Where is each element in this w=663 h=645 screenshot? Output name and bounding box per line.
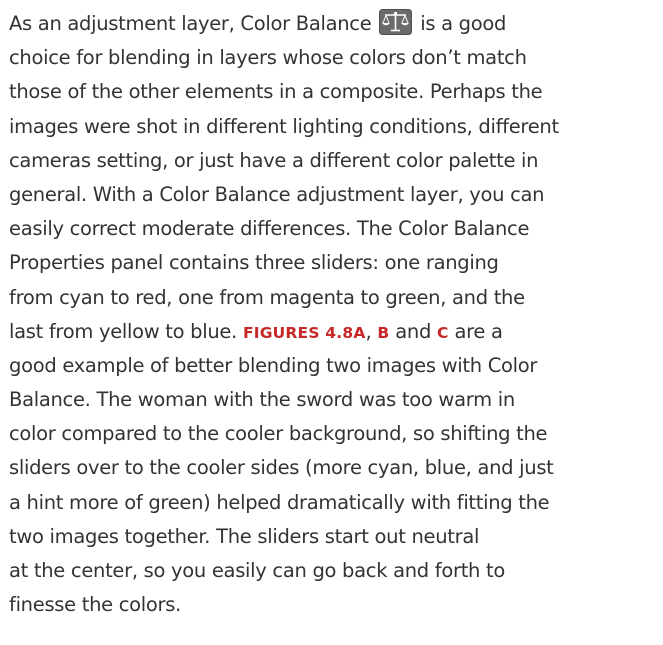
text-line-13: color compared to the cooler background,… <box>9 422 548 446</box>
text-line-11: good example of better blending two imag… <box>9 353 538 377</box>
text-line-5: cameras setting, or just have a differen… <box>9 148 539 172</box>
text-run: last from yellow to blue. <box>9 319 243 343</box>
text-line-7: easily correct moderate differences. The… <box>9 217 530 241</box>
text-line-6: general. With a Color Balance adjustment… <box>9 182 545 206</box>
text-run: and <box>389 319 437 343</box>
figure-reference-b: B <box>377 323 390 342</box>
text-line-9: from cyan to red, one from magenta to gr… <box>9 285 525 309</box>
figure-reference: FIGURES 4.8A <box>242 323 366 342</box>
color-balance-scale-icon <box>379 9 413 35</box>
text-line-14: sliders over to the cooler sides (more c… <box>9 456 554 480</box>
figure-reference-c: C <box>436 323 449 342</box>
text-line-17: at the center, so you easily can go back… <box>9 559 505 582</box>
text-line-8: Properties panel contains three sliders:… <box>9 251 499 275</box>
text-line-1: As an adjustment layer, Color Balance is… <box>9 7 659 41</box>
page: As an adjustment layer, Color Balance is… <box>9 0 659 645</box>
text-run: As an adjustment layer, Color Balance <box>9 12 378 35</box>
text-line-15: a hint more of green) helped dramaticall… <box>9 490 550 514</box>
text-line-2: choice for blending in layers whose colo… <box>9 46 527 70</box>
text-line-12: Balance. The woman with the sword was to… <box>9 388 515 412</box>
text-run: is a good <box>414 12 507 35</box>
text-line-18: finesse the colors. <box>9 593 182 617</box>
text-line-10: last from yellow to blue. FIGURES 4.8A, … <box>9 315 659 349</box>
text-run: , <box>365 319 378 343</box>
text-line-3: those of the other elements in a composi… <box>9 80 543 104</box>
body-paragraph: As an adjustment layer, Color Balance is… <box>9 7 659 622</box>
text-run: are a <box>448 319 503 343</box>
text-line-16: two images together. The sliders start o… <box>9 524 480 548</box>
text-line-4: images were shot in different lighting c… <box>9 114 559 138</box>
